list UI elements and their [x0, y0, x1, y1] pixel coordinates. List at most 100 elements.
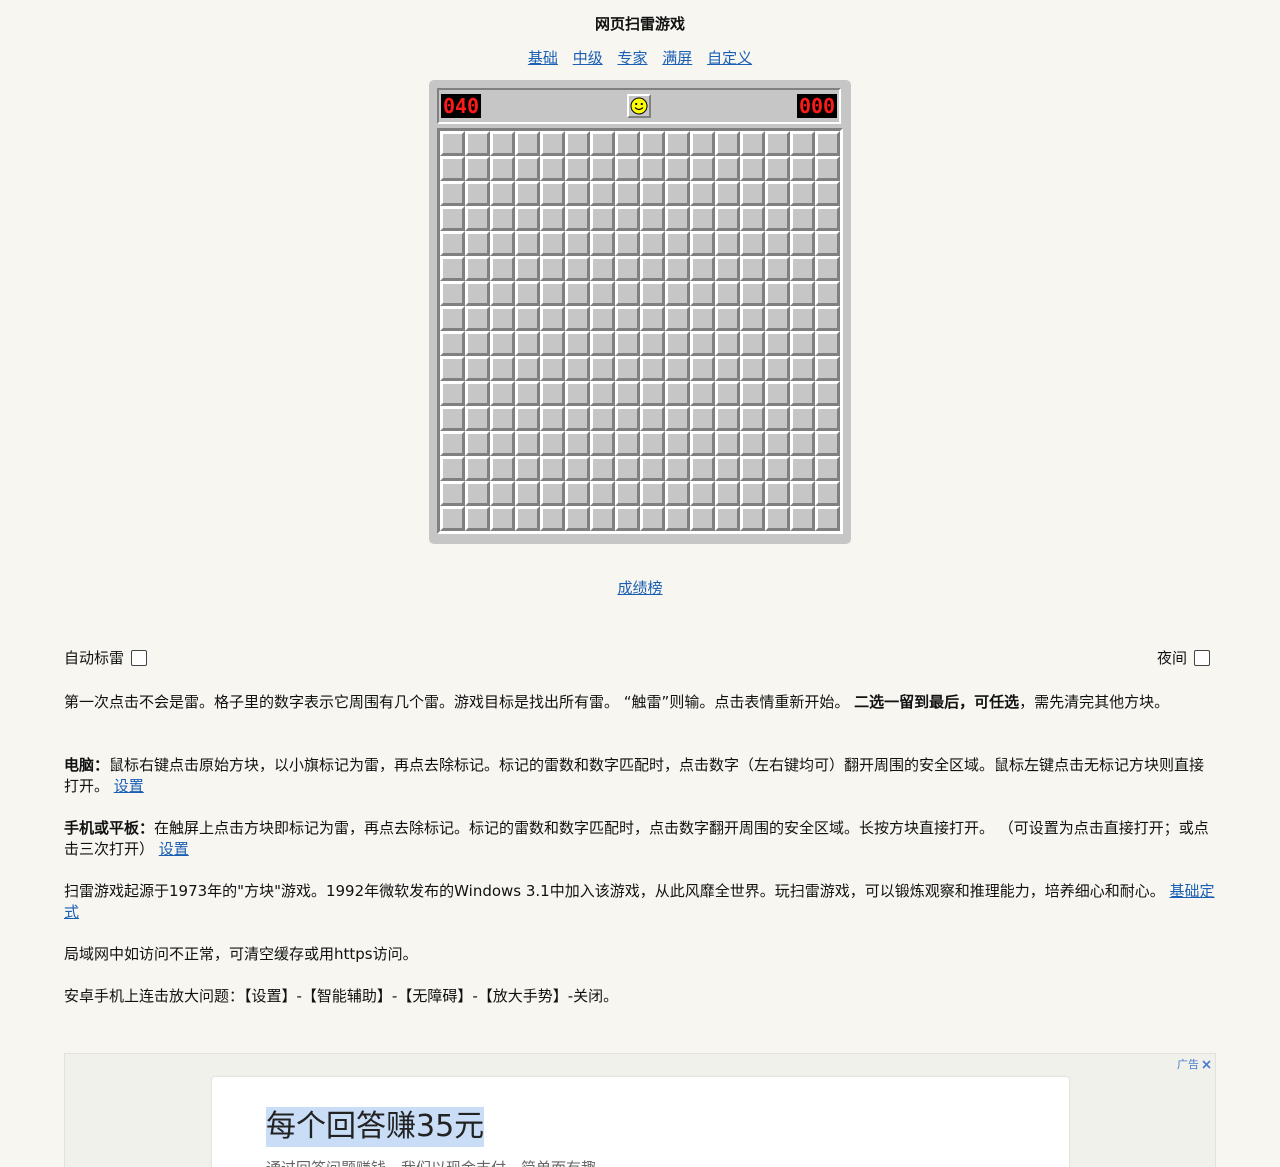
mine-cell[interactable] [590, 406, 615, 431]
mine-cell[interactable] [690, 131, 715, 156]
mine-cell[interactable] [490, 431, 515, 456]
mine-cell[interactable] [515, 356, 540, 381]
mine-cell[interactable] [615, 406, 640, 431]
mine-cell[interactable] [465, 506, 490, 531]
mine-cell[interactable] [640, 356, 665, 381]
mine-cell[interactable] [740, 256, 765, 281]
mine-cell[interactable] [565, 481, 590, 506]
mine-cell[interactable] [440, 481, 465, 506]
mine-cell[interactable] [540, 231, 565, 256]
mine-cell[interactable] [715, 256, 740, 281]
mine-cell[interactable] [465, 456, 490, 481]
mine-cell[interactable] [640, 381, 665, 406]
mine-cell[interactable] [640, 431, 665, 456]
mine-cell[interactable] [715, 431, 740, 456]
mode-link-fullscreen[interactable]: 满屏 [662, 49, 692, 67]
mine-cell[interactable] [790, 356, 815, 381]
mine-cell[interactable] [665, 181, 690, 206]
mine-cell[interactable] [740, 481, 765, 506]
mine-cell[interactable] [815, 131, 840, 156]
mine-cell[interactable] [640, 456, 665, 481]
ad-card[interactable]: 每个回答赚35元 通过回答问题赚钱，我们以现金支付，简单而有趣 [212, 1077, 1069, 1167]
mine-cell[interactable] [615, 331, 640, 356]
mine-cell[interactable] [765, 356, 790, 381]
auto-flag-checkbox[interactable] [131, 650, 148, 666]
mine-cell[interactable] [815, 206, 840, 231]
mine-cell[interactable] [740, 356, 765, 381]
mine-cell[interactable] [665, 231, 690, 256]
mine-cell[interactable] [665, 306, 690, 331]
mine-cell[interactable] [790, 481, 815, 506]
mine-cell[interactable] [515, 381, 540, 406]
reset-button[interactable] [627, 94, 651, 118]
mine-cell[interactable] [765, 281, 790, 306]
mine-cell[interactable] [815, 231, 840, 256]
mine-cell[interactable] [690, 481, 715, 506]
mine-cell[interactable] [540, 156, 565, 181]
mine-cell[interactable] [465, 356, 490, 381]
mine-cell[interactable] [790, 381, 815, 406]
mine-cell[interactable] [490, 206, 515, 231]
mode-link-expert[interactable]: 专家 [617, 49, 647, 67]
mine-cell[interactable] [615, 131, 640, 156]
mine-cell[interactable] [565, 306, 590, 331]
mine-cell[interactable] [540, 356, 565, 381]
mine-cell[interactable] [465, 431, 490, 456]
mine-cell[interactable] [515, 481, 540, 506]
mine-cell[interactable] [565, 431, 590, 456]
mine-cell[interactable] [765, 131, 790, 156]
mine-cell[interactable] [640, 481, 665, 506]
mine-cell[interactable] [740, 156, 765, 181]
mine-cell[interactable] [540, 456, 565, 481]
mine-cell[interactable] [790, 231, 815, 256]
mine-cell[interactable] [440, 356, 465, 381]
mine-cell[interactable] [690, 281, 715, 306]
mine-cell[interactable] [640, 231, 665, 256]
mine-cell[interactable] [515, 156, 540, 181]
mine-cell[interactable] [490, 356, 515, 381]
mine-cell[interactable] [640, 406, 665, 431]
mine-cell[interactable] [715, 456, 740, 481]
mine-cell[interactable] [565, 381, 590, 406]
mine-cell[interactable] [740, 206, 765, 231]
mine-cell[interactable] [565, 456, 590, 481]
mine-cell[interactable] [715, 306, 740, 331]
mine-cell[interactable] [765, 231, 790, 256]
mine-cell[interactable] [740, 381, 765, 406]
mine-cell[interactable] [565, 281, 590, 306]
mine-cell[interactable] [665, 281, 690, 306]
mine-cell[interactable] [790, 181, 815, 206]
mine-cell[interactable] [615, 181, 640, 206]
mine-cell[interactable] [540, 431, 565, 456]
mine-cell[interactable] [690, 156, 715, 181]
mine-cell[interactable] [515, 456, 540, 481]
scoreboard-link[interactable]: 成绩榜 [617, 579, 662, 597]
mine-cell[interactable] [490, 306, 515, 331]
mine-cell[interactable] [790, 281, 815, 306]
mine-cell[interactable] [640, 131, 665, 156]
mine-cell[interactable] [740, 406, 765, 431]
mine-cell[interactable] [490, 281, 515, 306]
mine-cell[interactable] [715, 406, 740, 431]
mine-cell[interactable] [765, 306, 790, 331]
mine-cell[interactable] [540, 306, 565, 331]
mine-cell[interactable] [440, 181, 465, 206]
mine-cell[interactable] [565, 231, 590, 256]
mine-cell[interactable] [615, 381, 640, 406]
mine-cell[interactable] [615, 356, 640, 381]
mine-cell[interactable] [615, 481, 640, 506]
mine-cell[interactable] [715, 506, 740, 531]
ad-banner[interactable]: 广告 每个回答赚35元 通过回答问题赚钱，我们以现金支付，简单而有趣 [64, 1053, 1216, 1167]
mine-cell[interactable] [815, 456, 840, 481]
mine-cell[interactable] [515, 256, 540, 281]
mine-cell[interactable] [440, 281, 465, 306]
mine-cell[interactable] [665, 481, 690, 506]
mine-cell[interactable] [665, 456, 690, 481]
mine-cell[interactable] [590, 381, 615, 406]
mine-cell[interactable] [815, 406, 840, 431]
mine-cell[interactable] [740, 131, 765, 156]
mine-cell[interactable] [740, 456, 765, 481]
mine-cell[interactable] [715, 331, 740, 356]
mine-cell[interactable] [765, 331, 790, 356]
mine-cell[interactable] [615, 306, 640, 331]
